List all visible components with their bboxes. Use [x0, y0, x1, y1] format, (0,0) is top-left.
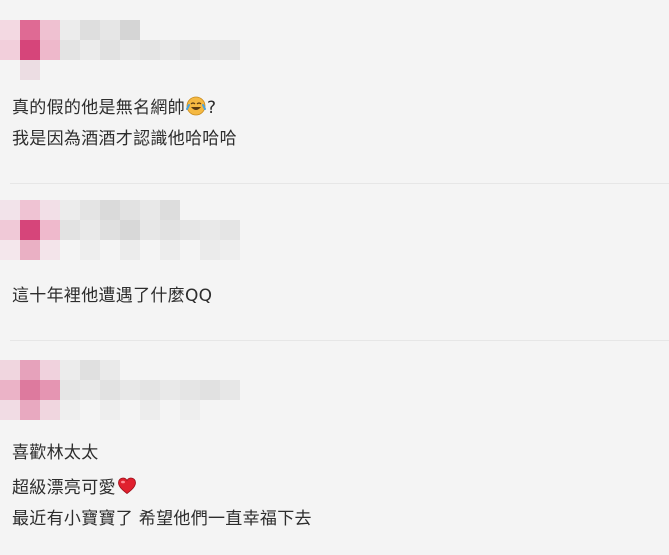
comment-1: 真的假的他是無名網帥? 我是因為酒酒才認識他哈哈哈	[0, 0, 669, 182]
comment-text-line: 最近有小寶寶了 希望他們一直幸福下去	[12, 509, 312, 529]
comment-text-line: 我是因為酒酒才認識他哈哈哈	[12, 129, 237, 149]
comment-text: 真的假的他是無名網帥	[12, 98, 185, 118]
comment-text-line: 真的假的他是無名網帥?	[12, 96, 216, 118]
comment-text-line: 這十年裡他遭遇了什麼QQ	[12, 286, 213, 306]
laughing-crying-emoji-icon	[186, 96, 206, 116]
comment-text-line: 超級漂亮可愛	[12, 476, 138, 498]
red-heart-icon	[117, 477, 136, 495]
comment-2: 這十年裡他遭遇了什麼QQ	[0, 180, 669, 340]
comment-text: ?	[207, 98, 217, 118]
comment-text: 超級漂亮可愛	[12, 478, 116, 498]
comment-3: 喜歡林太太 超級漂亮可愛 最近有小寶寶了 希望他們一直幸福下去	[0, 340, 669, 555]
comment-text-line: 喜歡林太太	[12, 443, 99, 463]
